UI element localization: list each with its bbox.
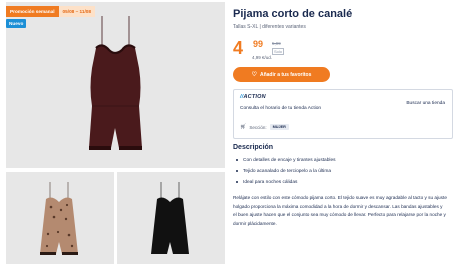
pajama-black-image: [117, 172, 225, 264]
bullet-item: Ideal para noches cálidas: [233, 177, 336, 188]
heart-icon: ♡: [251, 72, 257, 78]
description-text: Relájate con estilo con este cómodo pija…: [233, 195, 447, 226]
price-decimals: 99: [253, 39, 264, 49]
add-to-favorites-label: Añadir a tus favoritos: [259, 71, 312, 78]
bullet-item: Con detalles de encaje y tirantes ajusta…: [233, 155, 336, 166]
pajama-leopard-image: [6, 172, 114, 264]
action-logo: //ACTION: [240, 94, 266, 100]
thumbnail-leopard[interactable]: [6, 172, 114, 264]
section-row: 🛒︎ Sección: MUJER: [240, 124, 289, 130]
new-badge: Nuevo: [6, 19, 27, 28]
pajama-maroon-image: [6, 2, 225, 168]
promo-dates: 05/08 – 11/08: [58, 6, 95, 17]
promo-banner: Promoción semanal 05/08 – 11/08: [6, 6, 95, 17]
bullet-item: Tejido acanalado de terciopelo a la últi…: [233, 166, 336, 177]
product-info: Pijama corto de canalé Tallas S-XL | dif…: [233, 0, 473, 264]
section-tag[interactable]: MUJER: [269, 124, 289, 130]
cart-icon: 🛒︎: [240, 124, 247, 130]
product-gallery: Promoción semanal 05/08 – 11/08 Nuevo: [0, 0, 225, 264]
product-title: Pijama corto de canalé: [233, 8, 353, 20]
thumbnail-black[interactable]: [117, 172, 225, 264]
product-variants: Tallas S-XL | diferentes variantes: [233, 24, 306, 30]
find-store-link[interactable]: Buscar una tienda: [406, 101, 445, 106]
description-bullets: Con detalles de encaje y tirantes ajusta…: [233, 155, 336, 188]
description-title: Descripción: [233, 144, 274, 151]
store-box: //ACTION Consulta el horario de tu tiend…: [233, 89, 453, 139]
action-logo-text: ACTION: [243, 94, 266, 100]
sale-tag: Solo: [272, 48, 285, 55]
old-price: 5,99: [272, 41, 281, 46]
store-hours-text: Consulta el horario de tu tienda Action: [240, 106, 322, 111]
price-integer: 4: [233, 38, 244, 58]
add-to-favorites-button[interactable]: ♡ Añadir a tus favoritos: [233, 67, 330, 82]
section-label: Sección:: [249, 124, 267, 130]
unit-price: 4,99 €/ud.: [252, 55, 273, 60]
promo-label: Promoción semanal: [6, 6, 59, 17]
main-product-image[interactable]: [6, 2, 225, 168]
